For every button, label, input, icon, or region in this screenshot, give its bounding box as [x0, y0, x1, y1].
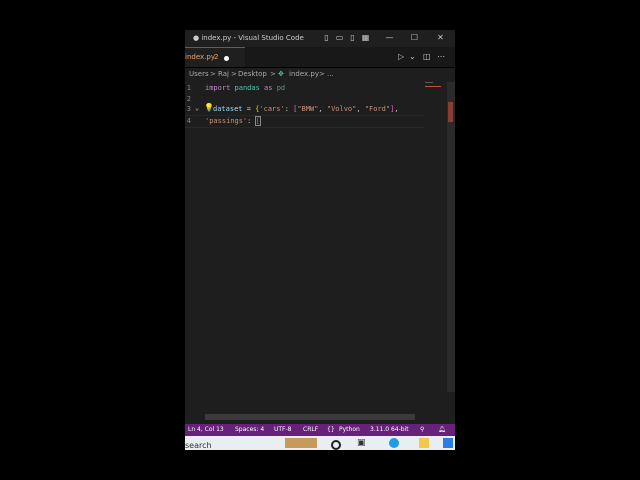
line-number: 2: [186, 95, 191, 103]
breadcrumb-separator: >: [270, 70, 276, 78]
module-name: pandas: [234, 84, 260, 92]
breadcrumb-separator: >: [231, 70, 237, 78]
breadcrumb-symbol[interactable]: ...: [327, 70, 334, 78]
line-number: 1: [186, 84, 191, 92]
braces-icon[interactable]: {}: [327, 426, 335, 433]
module-alias: pd: [276, 84, 286, 92]
variable-dataset: dataset: [213, 105, 243, 113]
keyword-import: import: [205, 84, 231, 92]
code-line-4: 'passings': [: [205, 116, 261, 126]
status-bar: Ln 4, Col 13 Spaces: 4 UTF-8 CRLF {} Pyt…: [185, 424, 455, 436]
key-passings: 'passings': [205, 117, 248, 125]
feedback-icon[interactable]: ⚲: [420, 426, 424, 433]
split-editor-icon[interactable]: ◫: [423, 52, 431, 61]
vscode-taskbar-icon[interactable]: [443, 438, 453, 448]
taskbar-search[interactable]: search: [185, 441, 212, 450]
maximize-icon[interactable]: ☐: [410, 33, 419, 42]
string-volvo: "Volvo": [326, 105, 357, 113]
comma: ,: [394, 105, 399, 113]
operator: =: [242, 105, 256, 113]
customize-layout-icon[interactable]: ▦: [361, 33, 370, 42]
colon: :: [284, 105, 294, 113]
unsaved-dot-icon[interactable]: [224, 56, 229, 61]
title-bar: ● index.py - Visual Studio Code ▯ ▭ ▯ ▦ …: [185, 30, 455, 47]
problem-count-badge: 2: [214, 53, 219, 61]
string-ford: "Ford": [364, 105, 391, 113]
breadcrumb-raj[interactable]: Raj: [218, 70, 229, 78]
notifications-bell-icon[interactable]: 🔔︎: [438, 426, 446, 433]
keyword-as: as: [264, 84, 273, 92]
colon: :: [247, 117, 256, 125]
code-editor[interactable]: 1 2 3 4 ⌄ import pandas as pd 💡 dataset …: [185, 82, 455, 424]
windows-taskbar: search ▣: [185, 436, 455, 450]
code-line-3: dataset = {'cars': ["BMW", "Volvo", "For…: [213, 105, 399, 113]
language-mode[interactable]: Python: [339, 426, 360, 433]
tab-bar: index.py 2 ▷ ⌄ ◫ ⋯: [185, 47, 455, 67]
breadcrumb-separator: >: [319, 70, 325, 78]
window-title: ● index.py - Visual Studio Code: [193, 34, 304, 42]
screen: ● index.py - Visual Studio Code ▯ ▭ ▯ ▦ …: [185, 0, 455, 480]
close-icon[interactable]: ✕: [436, 33, 445, 42]
cursor-position[interactable]: Ln 4, Col 13: [188, 426, 224, 433]
widgets-icon[interactable]: [285, 438, 317, 448]
breadcrumb-desktop[interactable]: Desktop: [238, 70, 267, 78]
comma: ,: [318, 105, 327, 113]
more-actions-icon[interactable]: ⋯: [437, 52, 445, 61]
breadcrumb-users[interactable]: Users: [189, 70, 209, 78]
scrollbar-error-marker: [448, 102, 453, 122]
toggle-panel-icon[interactable]: ▭: [335, 33, 344, 42]
breadcrumb: Users > Raj > Desktop > ✥ index.py > ...: [185, 68, 455, 82]
encoding[interactable]: UTF-8: [274, 426, 292, 433]
string-bmw: "BMW": [297, 105, 319, 113]
python-file-icon: ✥: [278, 70, 284, 78]
fold-chevron-icon[interactable]: ⌄: [195, 104, 199, 112]
key-cars: 'cars': [259, 105, 285, 113]
edge-browser-icon[interactable]: [389, 438, 399, 448]
horizontal-scrollbar[interactable]: [205, 414, 415, 420]
run-python-icon[interactable]: ▷: [398, 52, 404, 61]
tab-label: index.py: [185, 53, 215, 61]
file-explorer-icon[interactable]: [419, 438, 429, 448]
task-view-icon[interactable]: ▣: [357, 438, 367, 448]
minimap[interactable]: [425, 82, 445, 88]
text-cursor-bracket: [: [254, 116, 261, 126]
end-of-line[interactable]: CRLF: [303, 426, 318, 433]
tab-index-py[interactable]: index.py 2: [185, 47, 245, 67]
line-number: 4: [186, 117, 191, 125]
vertical-scrollbar[interactable]: [447, 82, 455, 392]
minimap-line: [425, 86, 441, 87]
toggle-secondary-sidebar-icon[interactable]: ▯: [348, 33, 357, 42]
search-icon[interactable]: [331, 440, 341, 450]
code-line-1: import pandas as pd: [205, 84, 285, 92]
minimize-icon[interactable]: —: [385, 33, 394, 42]
run-dropdown-chevron-icon[interactable]: ⌄: [409, 52, 416, 61]
python-interpreter[interactable]: 3.11.0 64-bit: [370, 426, 409, 433]
comma: ,: [356, 105, 365, 113]
breadcrumb-file[interactable]: index.py: [289, 70, 319, 78]
line-number: 3: [186, 105, 191, 113]
toggle-sidebar-icon[interactable]: ▯: [322, 33, 331, 42]
breadcrumb-separator: >: [210, 70, 216, 78]
indentation[interactable]: Spaces: 4: [235, 426, 264, 433]
minimap-line: [425, 82, 433, 83]
